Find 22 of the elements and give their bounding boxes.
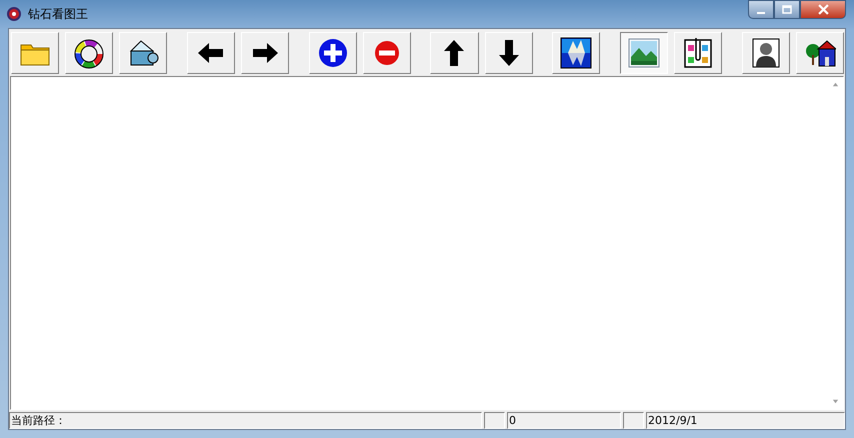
landscape-picture-icon (628, 37, 660, 69)
down-arrow-icon[interactable] (832, 398, 838, 405)
plus-icon (316, 37, 349, 69)
person-silhouette-icon (750, 37, 782, 69)
close-icon (818, 4, 828, 15)
status-text: 2012/9/1 (648, 414, 698, 427)
maximize-button[interactable] (774, 0, 800, 19)
status-text: 当前路径： (11, 414, 66, 427)
close-button[interactable] (800, 0, 846, 19)
reflection-picture-icon (560, 37, 592, 69)
status-text: 0 (509, 414, 516, 427)
up-arrow-icon[interactable] (832, 81, 838, 88)
minimize-icon (757, 12, 765, 14)
status-pane (484, 412, 505, 429)
window-title: 钻石看图王 (28, 6, 88, 22)
color-ring-icon (73, 37, 106, 69)
minimize-button[interactable] (748, 0, 774, 19)
app-icon (6, 6, 22, 22)
maximize-icon (782, 4, 792, 14)
toolbar-button[interactable] (620, 32, 668, 74)
clipboard-icon (682, 37, 714, 69)
status-pane (623, 412, 644, 429)
